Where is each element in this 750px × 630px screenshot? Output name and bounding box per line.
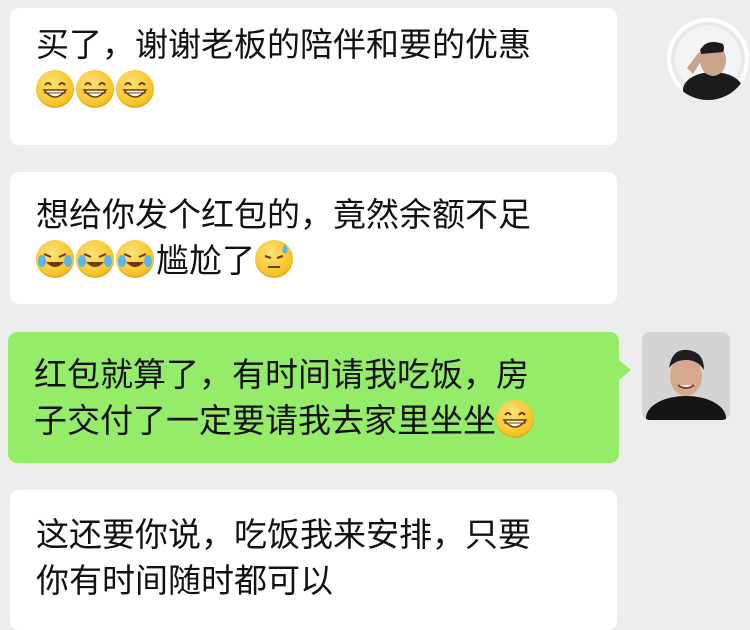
message-2-second-line: 尴尬了 [36,238,591,284]
message-1-emoji-row [36,68,591,114]
message-4-text-line-2: 你有时间随时都可以 [36,561,333,600]
message-2-tail-text: 尴尬了 [156,241,255,280]
grin-emoji-icon [36,70,74,108]
contact-avatar-top[interactable] [667,18,749,100]
message-1-text: 买了，谢谢老板的陪伴和要的优惠 [36,25,531,64]
laugh-cry-emoji-icon [76,240,114,278]
grin-emoji-icon [76,70,114,108]
message-bubble-4[interactable]: 这还要你说，吃饭我来安排，只要 你有时间随时都可以 [10,490,617,630]
message-4-text-line-1: 这还要你说，吃饭我来安排，只要 [36,515,531,554]
message-bubble-3[interactable]: 红包就算了，有时间请我吃饭，房 子交付了一定要请我去家里坐坐 [8,332,619,463]
grin-emoji-icon [496,400,534,438]
laugh-cry-emoji-icon [36,240,74,278]
message-bubble-1[interactable]: 买了，谢谢老板的陪伴和要的优惠 [10,8,617,145]
my-avatar[interactable] [642,332,730,420]
sweat-emoji-icon [255,240,293,278]
message-3-second-line: 子交付了一定要请我去家里坐坐 [34,398,593,444]
message-3-text-line-2: 子交付了一定要请我去家里坐坐 [34,401,496,440]
message-3-tail [619,360,631,380]
laugh-cry-emoji-icon [116,240,154,278]
message-3-text-line-1: 红包就算了，有时间请我吃饭，房 [34,355,529,394]
message-bubble-2[interactable]: 想给你发个红包的，竟然余额不足 尴尬了 [10,172,617,304]
message-2-text: 想给你发个红包的，竟然余额不足 [36,195,531,234]
grin-emoji-icon [116,70,154,108]
